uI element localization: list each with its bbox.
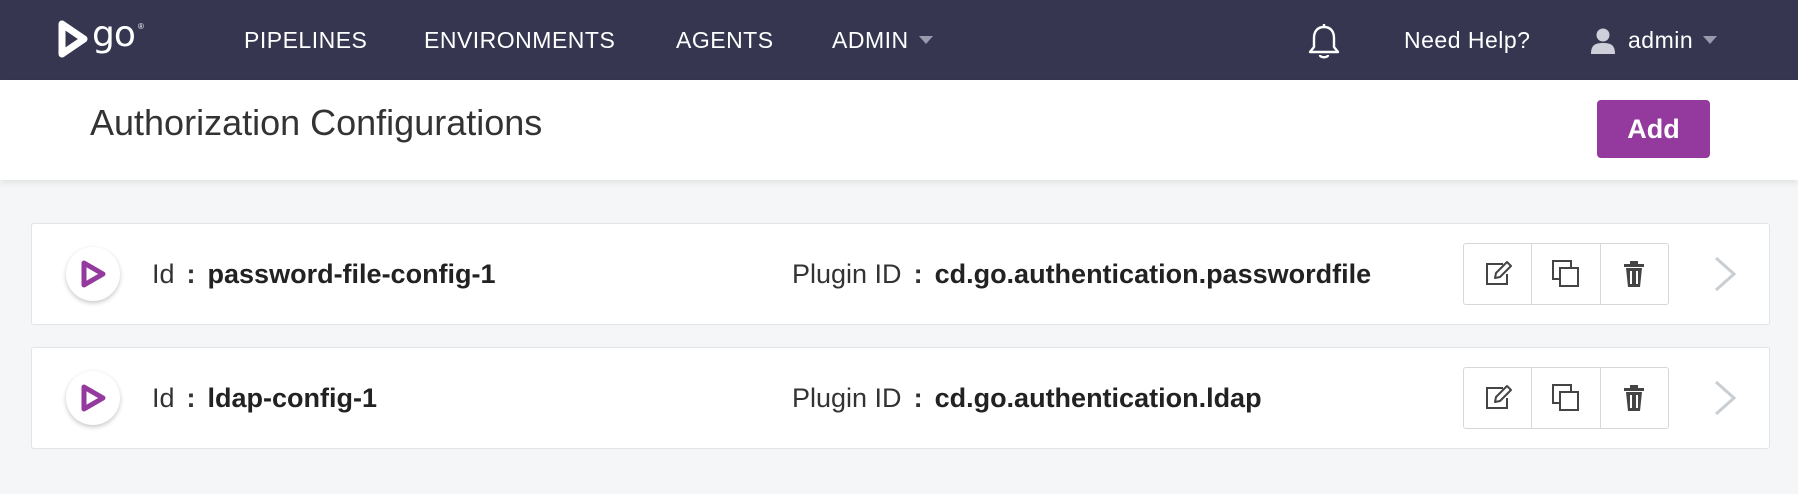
logo-registered-mark: ® xyxy=(138,22,144,31)
row-actions xyxy=(1463,243,1669,305)
user-menu[interactable]: admin xyxy=(1628,0,1718,80)
delete-icon xyxy=(1624,385,1645,411)
top-nav: go ® PIPELINES ENVIRONMENTS AGENTS ADMIN… xyxy=(0,0,1798,80)
page-header: Authorization Configurations Add xyxy=(0,80,1798,180)
delete-button[interactable] xyxy=(1601,368,1668,428)
plugin-id-value: cd.go.authentication.passwordfile xyxy=(934,259,1372,289)
plugin-id-separator: : xyxy=(913,259,923,289)
add-button[interactable]: Add xyxy=(1597,100,1710,158)
nav-item-environments[interactable]: ENVIRONMENTS xyxy=(424,0,615,80)
plugin-id-separator: : xyxy=(913,383,923,413)
page-title: Authorization Configurations xyxy=(90,102,543,143)
delete-button[interactable] xyxy=(1601,244,1668,304)
nav-item-pipelines[interactable]: PIPELINES xyxy=(244,0,367,80)
config-id: Id: password-file-config-1 xyxy=(152,224,496,324)
id-separator: : xyxy=(186,383,196,413)
plugin-id-label: Plugin ID xyxy=(792,259,902,289)
nav-item-admin[interactable]: ADMIN xyxy=(832,0,933,80)
config-id: Id: ldap-config-1 xyxy=(152,348,377,448)
go-logo-icon xyxy=(58,20,88,58)
clone-icon xyxy=(1551,260,1579,287)
go-logo[interactable]: go ® xyxy=(58,14,148,62)
need-help-link[interactable]: Need Help? xyxy=(1404,0,1530,80)
id-separator: : xyxy=(186,259,196,289)
chevron-right-icon[interactable] xyxy=(1712,254,1738,294)
nav-item-admin-label: ADMIN xyxy=(832,27,909,53)
plugin-logo-icon xyxy=(81,384,106,412)
plugin-icon xyxy=(66,371,120,425)
plugin-icon xyxy=(66,247,120,301)
clone-button[interactable] xyxy=(1532,368,1601,428)
plugin-id-label: Plugin ID xyxy=(792,383,902,413)
bell-icon[interactable] xyxy=(1304,22,1344,62)
id-value: ldap-config-1 xyxy=(207,383,378,413)
nav-item-agents[interactable]: AGENTS xyxy=(676,0,774,80)
edit-button[interactable] xyxy=(1464,368,1533,428)
chevron-down-icon xyxy=(918,35,933,44)
config-plugin-id: Plugin ID: cd.go.authentication.ldap xyxy=(792,348,1262,448)
clone-button[interactable] xyxy=(1532,244,1601,304)
config-row: Id: ldap-config-1 Plugin ID: cd.go.authent… xyxy=(31,347,1770,449)
row-actions xyxy=(1463,367,1669,429)
chevron-down-icon xyxy=(1703,35,1718,44)
id-label: Id xyxy=(152,383,175,413)
edit-icon xyxy=(1485,385,1512,409)
delete-icon xyxy=(1624,261,1645,287)
plugin-logo-icon xyxy=(81,260,106,288)
plugin-id-value: cd.go.authentication.ldap xyxy=(934,383,1262,413)
logo-text: go xyxy=(92,14,136,55)
id-value: password-file-config-1 xyxy=(207,259,496,289)
edit-icon xyxy=(1485,261,1512,285)
config-row: Id: password-file-config-1 Plugin ID: cd.g… xyxy=(31,223,1770,325)
user-icon xyxy=(1591,28,1615,54)
user-menu-label: admin xyxy=(1628,27,1694,53)
edit-button[interactable] xyxy=(1464,244,1533,304)
config-plugin-id: Plugin ID: cd.go.authentication.passwordf… xyxy=(792,224,1371,324)
clone-icon xyxy=(1551,384,1579,411)
id-label: Id xyxy=(152,259,175,289)
chevron-right-icon[interactable] xyxy=(1712,378,1738,418)
